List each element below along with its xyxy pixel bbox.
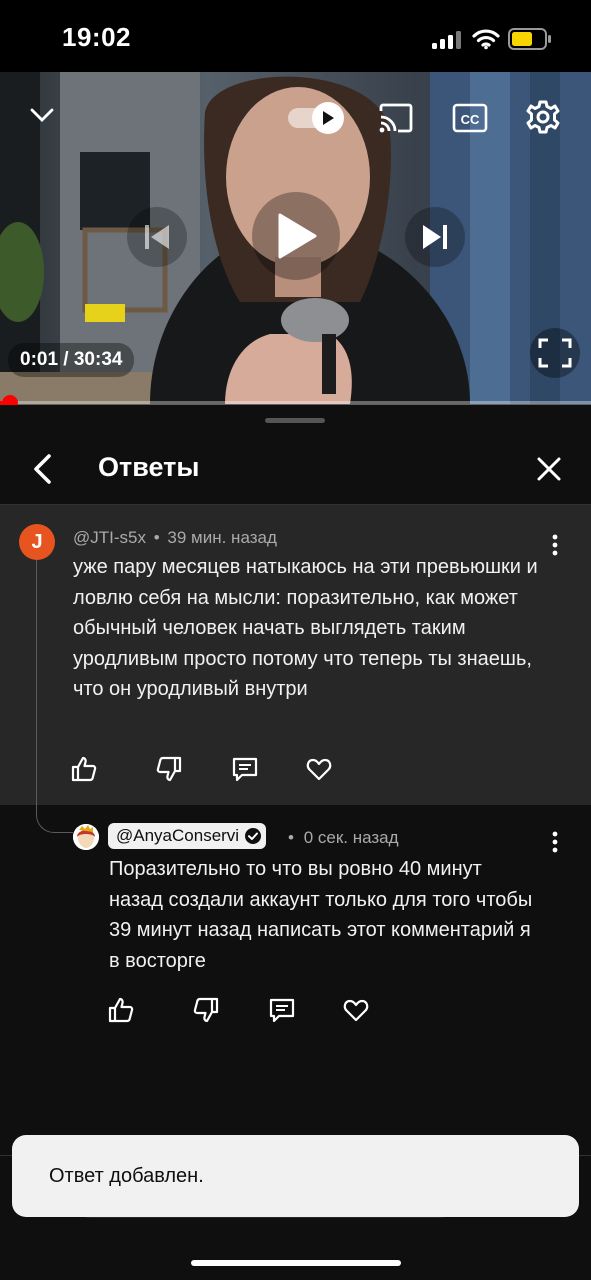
- gear-icon: [526, 100, 560, 134]
- thumbs-up-icon: [71, 756, 97, 782]
- status-time: 19:02: [62, 22, 131, 52]
- previous-button[interactable]: [127, 207, 187, 267]
- close-icon: [537, 457, 561, 481]
- reply-dislike-button[interactable]: [189, 993, 223, 1027]
- reply-avatar[interactable]: [73, 824, 99, 850]
- wifi-icon: [472, 29, 500, 50]
- signal-icon: [432, 31, 461, 49]
- reply-like-button[interactable]: [104, 993, 138, 1027]
- captions-icon: CC: [452, 103, 488, 133]
- comment-time: 39 мин. назад: [167, 528, 277, 547]
- next-icon: [423, 225, 447, 249]
- heart-icon: [306, 758, 332, 781]
- thread-line: [36, 560, 73, 833]
- thumbs-down-icon: [156, 756, 182, 782]
- heart-button[interactable]: [302, 752, 336, 786]
- avatar-image: [73, 824, 99, 850]
- verified-check-icon: [245, 828, 262, 844]
- like-button[interactable]: [67, 752, 101, 786]
- svg-text:CC: CC: [461, 112, 480, 127]
- toast-text: Ответ добавлен.: [49, 1165, 204, 1187]
- play-small-icon: [323, 111, 334, 125]
- meta-separator: •: [288, 828, 294, 847]
- next-button[interactable]: [405, 207, 465, 267]
- reply-time: 0 сек. назад: [303, 828, 399, 847]
- reply-author: @AnyaConservi: [116, 826, 240, 845]
- reply-meta: • 0 сек. назад: [288, 828, 399, 848]
- heart-icon: [343, 999, 369, 1022]
- play-icon: [278, 213, 317, 259]
- toast-notification: Ответ добавлен.: [12, 1135, 579, 1217]
- comment-text: уже пару месяцев натыкаюсь на эти превью…: [73, 556, 538, 700]
- reply-heart-button[interactable]: [339, 993, 373, 1027]
- reply-reply-button[interactable]: [265, 993, 299, 1027]
- previous-icon: [145, 225, 169, 249]
- home-indicator[interactable]: [191, 1260, 401, 1266]
- reply-button[interactable]: [228, 752, 262, 786]
- fullscreen-icon: [538, 338, 572, 368]
- meta-separator: •: [153, 528, 160, 547]
- comment-icon: [269, 998, 295, 1023]
- autoplay-toggle[interactable]: [288, 102, 344, 134]
- chevron-down-icon: [30, 108, 54, 122]
- panel-title: Ответы: [98, 452, 200, 482]
- settings-button[interactable]: [522, 96, 564, 138]
- captions-button[interactable]: CC: [450, 98, 490, 138]
- thumbs-up-icon: [108, 997, 134, 1023]
- cast-button[interactable]: [376, 98, 416, 138]
- collapse-player-button[interactable]: [24, 100, 60, 130]
- back-arrow-icon: [34, 454, 51, 484]
- more-vertical-icon: [552, 831, 558, 853]
- back-button[interactable]: [22, 448, 62, 490]
- cast-icon: [379, 103, 413, 133]
- thumbs-down-icon: [193, 997, 219, 1023]
- video-time: 0:01 / 30:34: [8, 343, 135, 377]
- drag-handle[interactable]: [265, 418, 325, 423]
- reply-menu-button[interactable]: [538, 825, 572, 859]
- battery-icon: [508, 28, 551, 50]
- close-panel-button[interactable]: [528, 448, 570, 490]
- fullscreen-button[interactable]: [530, 328, 580, 378]
- comment-author[interactable]: @JTI-s5x: [73, 528, 146, 547]
- comment-menu-button[interactable]: [538, 528, 572, 562]
- reply-author-chip[interactable]: @AnyaConservi: [108, 823, 267, 849]
- more-vertical-icon: [552, 534, 558, 556]
- dislike-button[interactable]: [152, 752, 186, 786]
- avatar[interactable]: J: [19, 524, 55, 560]
- comment-icon: [232, 757, 258, 782]
- play-button[interactable]: [252, 192, 340, 280]
- reply-text: Поразительно то что вы ровно 40 минут на…: [109, 858, 533, 972]
- comment-meta: @JTI-s5x • 39 мин. назад: [73, 528, 277, 548]
